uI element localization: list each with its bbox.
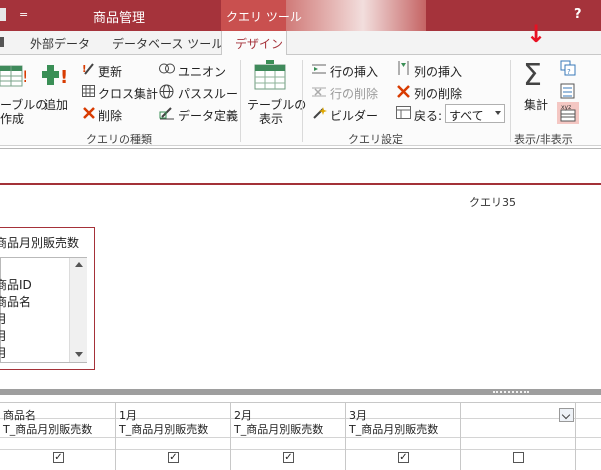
return-dropdown[interactable]: すべて <box>445 104 505 123</box>
pane-border <box>0 148 601 149</box>
grid-col-line <box>345 403 346 470</box>
insert-columns-icon[interactable] <box>396 61 412 76</box>
grid-show-checkbox[interactable]: ✓ <box>283 452 294 463</box>
show-table-icon[interactable] <box>254 60 286 90</box>
delete-query-icon[interactable] <box>82 106 96 120</box>
insert-rows-button[interactable]: 行の挿入 <box>330 63 378 80</box>
help-icon[interactable]: ? <box>574 7 582 22</box>
table-names-icon[interactable]: xyz <box>557 102 579 124</box>
grid-row-line <box>0 418 601 419</box>
field-item[interactable]: 月 <box>0 327 7 344</box>
grid-header-row-line <box>0 402 601 403</box>
union-icon[interactable] <box>159 62 175 75</box>
grid-show-checkbox[interactable]: ✓ <box>53 452 64 463</box>
svg-text:xyz: xyz <box>561 104 571 111</box>
context-tab-label: クエリ ツール <box>226 10 302 24</box>
scroll-down-icon[interactable] <box>75 352 83 357</box>
grid-table-cell[interactable]: T_商品月別販売数 <box>234 421 323 437</box>
grid-row-line <box>0 437 601 438</box>
delete-rows-button: 行の削除 <box>330 87 379 101</box>
annotation-down-arrow-icon: ↓ <box>526 20 547 48</box>
chevron-down-icon <box>561 410 571 420</box>
property-sheet-icon[interactable] <box>560 83 576 99</box>
group-label-show-hide: 表示/非表示 <box>514 133 573 146</box>
ribbon-tab-strip <box>0 31 601 55</box>
return-icon <box>396 106 411 119</box>
separator <box>302 60 303 142</box>
field-item[interactable]: 月 <box>0 310 7 327</box>
title-decoration <box>286 0 426 31</box>
crosstab-button[interactable]: クロス集計 <box>98 85 158 102</box>
return-dropdown-value: すべて <box>449 109 484 123</box>
field-list-title[interactable]: 商品月別販売数 <box>0 234 79 251</box>
separator <box>240 60 241 142</box>
data-definition-button[interactable]: データ定義 <box>178 107 238 124</box>
svg-text:!: ! <box>82 64 87 75</box>
return-label: 戻る: <box>414 109 443 123</box>
svg-text:!: ! <box>60 67 68 88</box>
crosstab-icon[interactable] <box>82 85 96 98</box>
grid-table-cell[interactable]: T_商品月別販売数 <box>119 421 208 437</box>
parameters-icon[interactable]: ? <box>560 60 576 76</box>
separator <box>510 60 511 142</box>
data-definition-icon[interactable] <box>159 106 175 120</box>
delete-columns-icon[interactable] <box>396 84 412 99</box>
tab-database-tools[interactable]: データベース ツール <box>112 35 223 52</box>
tab-external-data[interactable]: 外部データ <box>30 35 90 52</box>
field-item[interactable]: 月 <box>0 344 7 361</box>
pass-through-button[interactable]: パススルー <box>178 85 238 102</box>
append-icon[interactable]: ! <box>42 65 72 91</box>
update-icon[interactable]: ! <box>82 62 96 76</box>
totals-sigma-icon[interactable]: Σ <box>523 58 542 93</box>
grid-row-line <box>0 449 601 450</box>
grid-table-cell[interactable]: T_商品月別販売数 <box>349 421 438 437</box>
chevron-down-icon <box>495 111 501 115</box>
grid-col-line <box>230 403 231 470</box>
qat-dropdown-icon[interactable]: = <box>19 8 28 21</box>
svg-text:!: ! <box>22 67 28 86</box>
grid-show-checkbox[interactable]: ✓ <box>398 452 409 463</box>
grid-show-checkbox[interactable]: ✓ <box>168 452 179 463</box>
app-icon[interactable] <box>0 8 6 21</box>
group-label-query-type: クエリの種類 <box>86 133 152 146</box>
svg-text:?: ? <box>567 68 571 76</box>
field-item[interactable]: 商品名 <box>0 293 31 310</box>
delete-rows-icon <box>312 87 326 97</box>
grid-field-dropdown[interactable] <box>559 408 574 422</box>
scroll-up-icon[interactable] <box>75 262 83 267</box>
builder-icon[interactable] <box>312 106 328 120</box>
field-list-scrollbar[interactable] <box>69 258 87 362</box>
grid-col-line <box>460 403 461 470</box>
grid-col-line <box>115 403 116 470</box>
totals-button[interactable]: 集計 <box>524 96 548 113</box>
group-label-query-setup: クエリ設定 <box>348 133 403 146</box>
update-button[interactable]: 更新 <box>98 63 122 80</box>
pass-through-icon[interactable] <box>159 84 174 99</box>
document-tab-underline <box>0 183 601 185</box>
delete-columns-button[interactable]: 列の削除 <box>414 85 462 102</box>
delete-query-button[interactable]: 削除 <box>98 107 122 124</box>
make-table-icon[interactable]: ! <box>0 62 30 90</box>
field-item[interactable]: 商品ID <box>0 276 32 293</box>
union-button[interactable]: ユニオン <box>178 63 226 80</box>
make-table-label-2[interactable]: 作成 <box>0 110 24 127</box>
insert-columns-button[interactable]: 列の挿入 <box>414 63 462 80</box>
builder-button[interactable]: ビルダー <box>330 107 378 124</box>
tab-prev-partial[interactable] <box>0 37 4 47</box>
grid-col-line <box>575 403 576 470</box>
window-title: 商品管理 <box>93 11 146 26</box>
insert-rows-icon[interactable] <box>312 62 328 76</box>
append-button[interactable]: 追加 <box>44 96 68 113</box>
tab-design[interactable]: デザイン <box>235 35 283 52</box>
query-tab-title[interactable]: クエリ35 <box>469 194 516 210</box>
grid-table-cell[interactable]: T_商品月別販売数 <box>3 421 92 437</box>
grid-show-checkbox[interactable] <box>513 452 524 463</box>
show-table-label-2[interactable]: 表示 <box>259 110 283 127</box>
